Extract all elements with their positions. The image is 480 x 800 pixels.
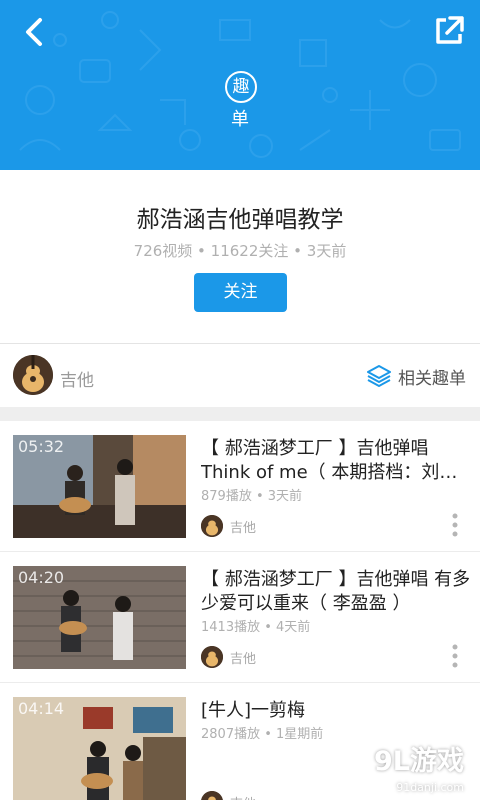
video-thumbnail[interactable]: 04:20 — [13, 566, 186, 669]
video-duration: 05:32 — [18, 437, 65, 456]
share-button[interactable] — [432, 14, 466, 48]
back-button[interactable] — [18, 14, 54, 50]
uploader-avatar — [201, 515, 223, 537]
uploader-name: 吉他 — [230, 793, 256, 800]
video-duration: 04:14 — [18, 699, 65, 718]
video-title[interactable]: 【 郝浩涵梦工厂 】吉他弹唱 Think of me（ 本期搭档：刘… — [201, 437, 471, 485]
category-label[interactable]: 吉他 — [60, 366, 94, 391]
uploader-name: 吉他 — [230, 520, 257, 536]
more-options-icon[interactable] — [452, 513, 458, 537]
video-duration: 04:20 — [18, 568, 65, 587]
video-meta: 1413播放 • 4天前 — [201, 620, 311, 635]
uploader-avatar — [201, 791, 223, 800]
guitar-icon — [201, 646, 223, 668]
video-item[interactable]: 04:20 【 郝浩涵梦工厂 】吉他弹唱 有多少爱可以重来（ 李盈盈 ） 141… — [0, 552, 480, 683]
video-thumbnail[interactable]: 04:14 — [13, 697, 186, 800]
playlist-title: 郝浩涵吉他弹唱教学 — [136, 207, 344, 233]
section-divider — [0, 407, 480, 421]
video-uploader[interactable]: 吉他 — [201, 791, 256, 800]
related-playlists-label: 相关趣单 — [398, 368, 466, 389]
header-banner: 趣 单 — [0, 0, 480, 170]
badge-subtitle: 单 — [231, 109, 249, 130]
uploader-name: 吉他 — [230, 651, 257, 667]
category-avatar[interactable] — [13, 355, 53, 395]
playlist-meta: 726视频 • 11622关注 • 3天前 — [133, 242, 347, 260]
guitar-icon — [13, 355, 53, 395]
more-options-icon[interactable] — [452, 644, 458, 668]
related-playlists-button[interactable]: 相关趣单 — [366, 362, 466, 390]
video-uploader[interactable]: 吉他 — [201, 646, 256, 668]
video-meta: 2807播放 • 1星期前 — [201, 727, 324, 742]
site-watermark: 9L游戏 91danji.com — [310, 730, 480, 800]
video-title[interactable]: 【 郝浩涵梦工厂 】吉他弹唱 有多少爱可以重来（ 李盈盈 ） — [201, 568, 471, 616]
video-title[interactable]: [牛人]一剪梅 — [201, 699, 471, 723]
watermark-site: 91danji.com — [396, 781, 464, 794]
uploader-avatar — [201, 646, 223, 668]
layers-icon — [367, 365, 391, 387]
guitar-icon — [201, 791, 223, 800]
back-icon — [26, 18, 42, 46]
video-meta: 879播放 • 3天前 — [201, 489, 303, 504]
category-row: 吉他 相关趣单 — [0, 343, 480, 407]
share-icon — [436, 16, 464, 44]
video-item[interactable]: 05:32 【 郝浩涵梦工厂 】吉他弹唱 Think of me（ 本期搭档：刘… — [0, 421, 480, 552]
follow-button[interactable]: 关注 — [194, 273, 287, 312]
watermark-text: 9L游戏 — [374, 746, 464, 777]
video-thumbnail[interactable]: 05:32 — [13, 435, 186, 538]
qudan-badge: 趣 — [225, 71, 257, 103]
guitar-icon — [201, 515, 223, 537]
video-uploader[interactable]: 吉他 — [201, 515, 256, 537]
